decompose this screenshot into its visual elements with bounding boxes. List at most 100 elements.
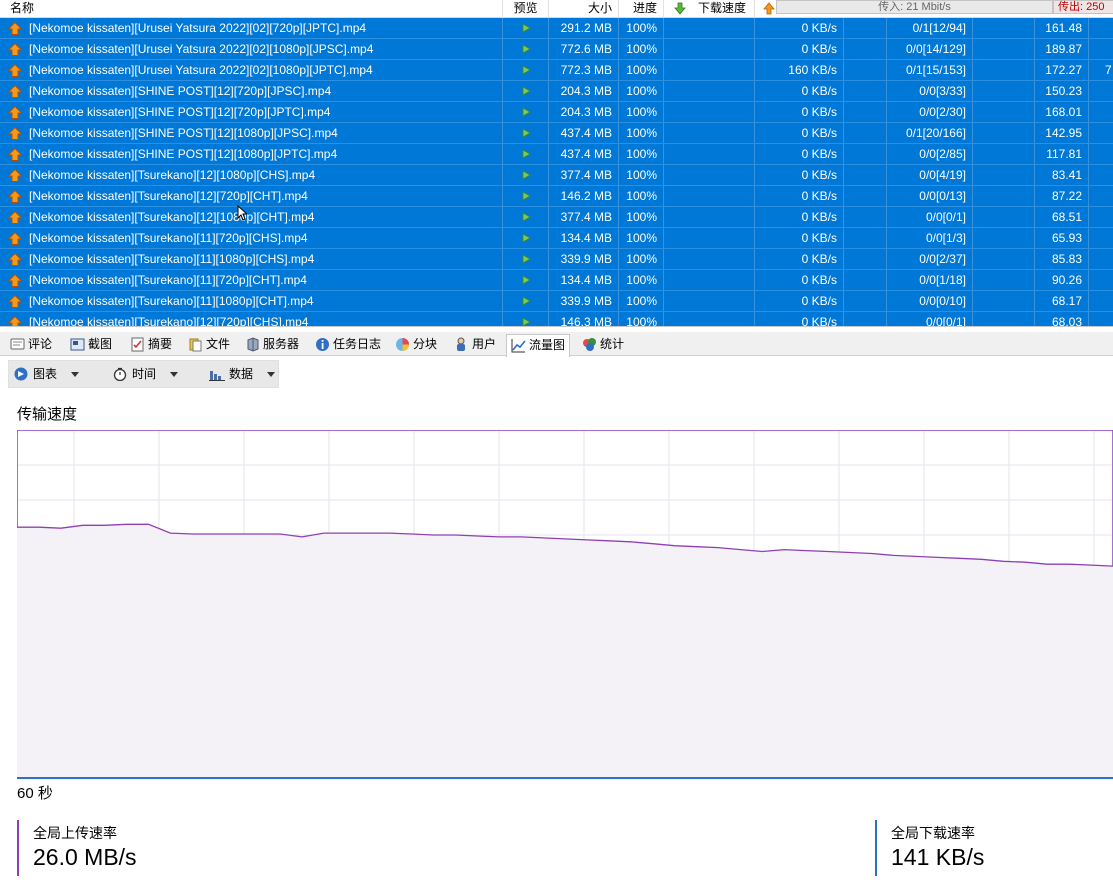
cell-ratio: 90.26 — [1035, 270, 1089, 290]
stopwatch-icon — [113, 367, 127, 381]
preview-play-icon[interactable] — [521, 86, 531, 96]
cell-size: 772.6 MB — [549, 39, 619, 59]
preview-play-icon[interactable] — [521, 170, 531, 180]
data-menu-button[interactable]: 数据 — [205, 361, 275, 387]
preview-play-icon[interactable] — [521, 254, 531, 264]
time-menu-button[interactable]: 时间 — [108, 361, 178, 387]
graph-time-axis-label: 60 秒 — [17, 785, 53, 802]
preview-play-icon[interactable] — [521, 191, 531, 201]
preview-play-icon[interactable] — [521, 44, 531, 54]
preview-play-icon[interactable] — [521, 317, 531, 327]
upload-arrow-icon — [763, 2, 775, 15]
tab-screenshot[interactable]: 截图 — [66, 334, 116, 356]
preview-cell — [503, 228, 549, 248]
cell-name: [Nekomoe kissaten][Tsurekano][11][1080p]… — [0, 249, 503, 269]
preview-cell — [503, 291, 549, 311]
cell-name: [Nekomoe kissaten][Tsurekano][11][720p][… — [0, 228, 503, 248]
cell-ratio: 117.81 — [1035, 144, 1089, 164]
column-header-size[interactable]: 大小 — [549, 0, 619, 18]
cell-size: 377.4 MB — [549, 165, 619, 185]
cell-up-speed: 0 KB/s — [755, 207, 844, 227]
table-row[interactable]: [Nekomoe kissaten][SHINE POST][12][720p]… — [0, 102, 1113, 123]
data-menu-label: 数据 — [229, 367, 254, 381]
table-row[interactable]: [Nekomoe kissaten][SHINE POST][12][1080p… — [0, 144, 1113, 165]
cell-size: 437.4 MB — [549, 144, 619, 164]
empty-cell — [664, 39, 755, 59]
empty-cell — [664, 102, 755, 122]
tab-statistics[interactable]: 统计 — [578, 334, 628, 356]
upload-color-bar — [17, 820, 19, 876]
preview-play-icon[interactable] — [521, 275, 531, 285]
cell-peers: 0/0[14/129] — [887, 39, 973, 59]
tab-pieces[interactable]: 分块 — [391, 334, 441, 356]
table-row[interactable]: [Nekomoe kissaten][Tsurekano][12][1080p]… — [0, 165, 1113, 186]
table-row[interactable]: [Nekomoe kissaten][SHINE POST][12][720p]… — [0, 81, 1113, 102]
table-row[interactable]: [Nekomoe kissaten][Urusei Yatsura 2022][… — [0, 60, 1113, 81]
cell-size: 204.3 MB — [549, 102, 619, 122]
tab-info[interactable]: 任务日志 — [311, 334, 385, 356]
cell-name: [Nekomoe kissaten][Urusei Yatsura 2022][… — [0, 18, 503, 38]
column-header-progress[interactable]: 进度 — [619, 0, 664, 18]
tab-summary[interactable]: 摘要 — [126, 334, 176, 356]
cell-peers: 0/0[4/19] — [887, 165, 973, 185]
cell-ratio: 87.22 — [1035, 186, 1089, 206]
table-row[interactable]: [Nekomoe kissaten][SHINE POST][12][1080p… — [0, 123, 1113, 144]
cell-progress: 100% — [619, 291, 664, 311]
empty-cell — [664, 207, 755, 227]
preview-play-icon[interactable] — [521, 65, 531, 75]
preview-cell — [503, 60, 549, 80]
cell-size: 146.2 MB — [549, 186, 619, 206]
table-row[interactable]: [Nekomoe kissaten][Urusei Yatsura 2022][… — [0, 18, 1113, 39]
download-rate-label: 全局下载速率 — [891, 825, 975, 841]
table-row[interactable]: [Nekomoe kissaten][Tsurekano][11][1080p]… — [0, 249, 1113, 270]
empty-cell — [973, 165, 1035, 185]
cell-progress: 100% — [619, 228, 664, 248]
preview-play-icon[interactable] — [521, 296, 531, 306]
global-download-rate: 全局下载速率 141 KB/s — [875, 820, 984, 876]
download-rate-value: 141 KB/s — [891, 844, 985, 870]
cell-extra — [1089, 207, 1113, 227]
column-header-name[interactable]: 名称 — [0, 0, 503, 18]
preview-play-icon[interactable] — [521, 233, 531, 243]
preview-cell — [503, 144, 549, 164]
cell-name: [Nekomoe kissaten][SHINE POST][12][720p]… — [0, 81, 503, 101]
table-row[interactable]: [Nekomoe kissaten][Tsurekano][12][720p][… — [0, 186, 1113, 207]
table-row[interactable]: [Nekomoe kissaten][Urusei Yatsura 2022][… — [0, 39, 1113, 60]
preview-cell — [503, 165, 549, 185]
preview-play-icon[interactable] — [521, 107, 531, 117]
preview-play-icon[interactable] — [521, 128, 531, 138]
tab-server[interactable]: 服务器 — [241, 334, 303, 356]
empty-cell — [973, 18, 1035, 38]
cell-ratio: 85.83 — [1035, 249, 1089, 269]
table-row[interactable]: [Nekomoe kissaten][Tsurekano][11][1080p]… — [0, 291, 1113, 312]
column-header-preview[interactable]: 预览 — [503, 0, 549, 18]
tab-comment[interactable]: 评论 — [6, 334, 56, 356]
empty-cell — [664, 123, 755, 143]
tab-files[interactable]: 文件 — [184, 334, 234, 356]
preview-play-icon[interactable] — [521, 149, 531, 159]
graph-icon — [511, 339, 526, 353]
cell-peers: 0/1[12/94] — [887, 18, 973, 38]
table-row[interactable]: [Nekomoe kissaten][Tsurekano][11][720p][… — [0, 228, 1113, 249]
tab-graph[interactable]: 流量图 — [506, 334, 571, 357]
chart-menu-button[interactable]: 图表 — [9, 361, 79, 387]
incoming-bandwidth-meter: 传入: 21 Mbit/s — [776, 0, 1053, 14]
table-row[interactable]: [Nekomoe kissaten][Tsurekano][11][720p][… — [0, 270, 1113, 291]
tab-label: 分块 — [413, 337, 438, 351]
empty-cell — [664, 270, 755, 290]
tab-users[interactable]: 用户 — [450, 334, 500, 356]
preview-play-icon[interactable] — [521, 212, 531, 222]
download-color-bar — [875, 820, 877, 876]
empty-cell — [973, 228, 1035, 248]
preview-play-icon[interactable] — [521, 23, 531, 33]
preview-cell — [503, 123, 549, 143]
table-row[interactable]: [Nekomoe kissaten][Tsurekano][12][720p][… — [0, 312, 1113, 327]
empty-cell — [973, 81, 1035, 101]
empty-cell — [664, 291, 755, 311]
cell-size: 134.4 MB — [549, 228, 619, 248]
cell-up-speed: 0 KB/s — [755, 102, 844, 122]
upload-rate-value: 26.0 MB/s — [33, 844, 137, 870]
graph-title: 传输速度 — [17, 406, 78, 423]
cell-progress: 100% — [619, 102, 664, 122]
table-row[interactable]: [Nekomoe kissaten][Tsurekano][12][1080p]… — [0, 207, 1113, 228]
